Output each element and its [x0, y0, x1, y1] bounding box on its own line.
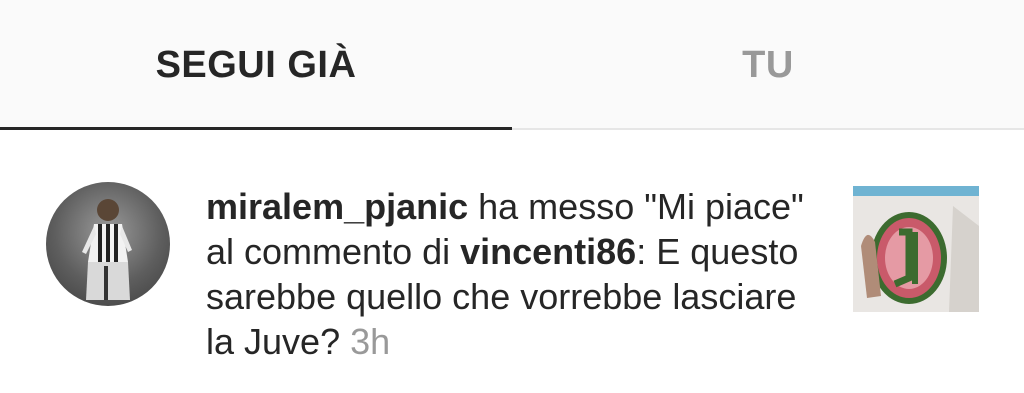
post-thumbnail-icon — [853, 186, 979, 312]
tab-following[interactable]: SEGUI GIÀ — [0, 0, 512, 130]
post-thumbnail[interactable] — [853, 186, 979, 312]
notification-text: miralem_pjanic ha messo "Mi piace" al co… — [206, 184, 826, 364]
active-tab-indicator — [0, 127, 512, 130]
colon: : — [636, 231, 647, 272]
avatar-photo-icon — [82, 199, 132, 300]
target-username[interactable]: vincenti86 — [460, 231, 636, 272]
tab-bar: SEGUI GIÀ TU — [0, 0, 1024, 130]
tab-following-label: SEGUI GIÀ — [155, 43, 357, 86]
actor-username[interactable]: miralem_pjanic — [206, 186, 468, 227]
user-avatar[interactable] — [46, 182, 170, 306]
timestamp: 3h — [350, 321, 391, 362]
tab-you-label: TU — [742, 43, 794, 86]
notification-row[interactable]: miralem_pjanic ha messo "Mi piace" al co… — [0, 132, 1024, 393]
tab-you[interactable]: TU — [512, 0, 1024, 130]
